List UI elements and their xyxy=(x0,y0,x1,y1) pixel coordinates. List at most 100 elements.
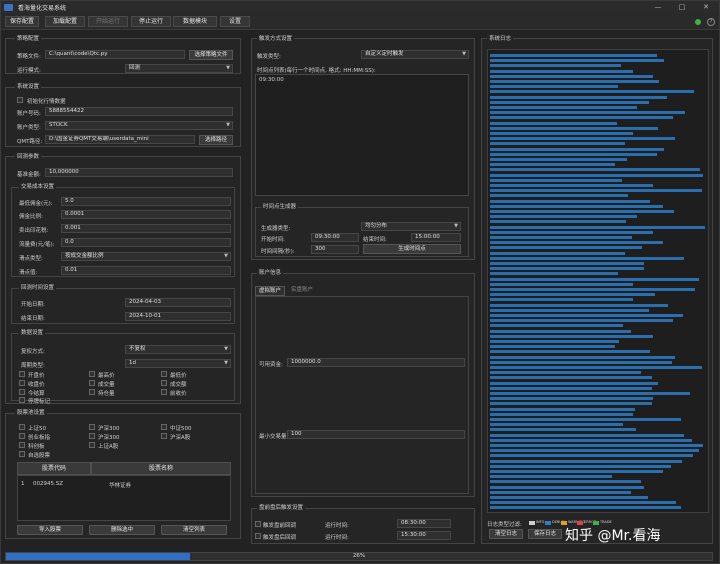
field-checkbox[interactable] xyxy=(161,389,167,395)
generator-type-select[interactable]: 均匀分布 ▼ xyxy=(361,222,461,231)
log-line xyxy=(490,376,653,380)
min-trade-input[interactable]: 100 xyxy=(287,430,465,439)
log-line xyxy=(490,449,699,453)
log-line xyxy=(490,246,642,250)
column-header-name[interactable]: 股票名称 xyxy=(91,462,231,475)
start-run-button[interactable]: 开始运行 xyxy=(88,16,128,27)
flow-fee-input[interactable]: 0.0 xyxy=(61,238,231,247)
data-module-button[interactable]: 数据模块 xyxy=(173,16,217,27)
available-funds-input[interactable]: 1000000.0 xyxy=(287,358,465,367)
stop-run-button[interactable]: 停止运行 xyxy=(131,16,171,27)
clear-log-button[interactable]: 清空日志 xyxy=(489,529,523,539)
chevron-down-icon: ▼ xyxy=(224,360,228,366)
index-checkbox[interactable] xyxy=(89,424,95,430)
save-log-button[interactable]: 保存日志 xyxy=(528,529,562,539)
field-checkbox[interactable] xyxy=(19,397,25,403)
field-checkbox[interactable] xyxy=(161,371,167,377)
index-checkbox[interactable] xyxy=(89,442,95,448)
log-line xyxy=(490,464,672,468)
chevron-down-icon: ▼ xyxy=(226,122,230,128)
select-path-button[interactable]: 选择路径 xyxy=(199,135,233,145)
slippage-type-label: 滑点类型: xyxy=(19,256,43,262)
adjust-select[interactable]: 不复权 ▼ xyxy=(125,345,231,354)
field-checkbox[interactable] xyxy=(19,371,25,377)
delete-selected-button[interactable]: 删除选中 xyxy=(89,525,155,535)
stamp-tax-input[interactable]: 0.001 xyxy=(61,224,231,233)
account-type-select[interactable]: STOCK ▼ xyxy=(45,121,233,130)
select-strategy-file-button[interactable]: 选择策略文件 xyxy=(189,50,233,60)
post-time-input[interactable]: 15:30:00 xyxy=(397,531,451,540)
save-config-button[interactable]: 保存配置 xyxy=(5,16,39,27)
close-icon[interactable]: ✕ xyxy=(695,1,717,13)
time-list-textarea[interactable] xyxy=(255,74,469,196)
period-select[interactable]: 1d ▼ xyxy=(125,359,231,368)
pre-market-checkbox[interactable] xyxy=(255,521,261,527)
import-stocks-button[interactable]: 导入股票 xyxy=(17,525,83,535)
post-market-label: 触发盘后回调 xyxy=(263,535,297,541)
index-checkbox[interactable] xyxy=(161,424,167,430)
progress-bar: 26% xyxy=(5,552,713,561)
qmt-path-input[interactable]: D:\国金证券QMT交易端\userdata_mini xyxy=(45,135,195,144)
account-number-input[interactable]: 5888554422 xyxy=(45,107,233,116)
end-date-input[interactable]: 2024-10-01 xyxy=(125,312,231,321)
column-header-code[interactable]: 股票代码 xyxy=(17,462,91,475)
gen-end-input[interactable]: 15:00:00 xyxy=(411,233,461,242)
help-icon[interactable]: ? xyxy=(707,18,715,26)
init-trade-data-checkbox[interactable] xyxy=(17,97,23,103)
trigger-type-label: 触发类型: xyxy=(257,54,281,60)
minimize-icon[interactable]: — xyxy=(647,1,669,13)
log-line xyxy=(490,74,653,78)
tab-real-account[interactable]: 实盘账户 xyxy=(287,286,317,296)
log-line xyxy=(490,392,691,395)
index-label: 中证500 xyxy=(170,426,192,432)
run-mode-select[interactable]: 回测 ▼ xyxy=(125,64,233,73)
gen-start-input[interactable]: 09:30:00 xyxy=(311,233,359,242)
start-date-input[interactable]: 2024-04-03 xyxy=(125,298,231,307)
field-label: 持仓量 xyxy=(98,391,115,397)
field-checkbox[interactable] xyxy=(89,371,95,377)
settings-button[interactable]: 设置 xyxy=(220,16,250,27)
post-market-checkbox[interactable] xyxy=(255,533,261,539)
interval-input[interactable]: 300 xyxy=(311,245,359,254)
index-checkbox[interactable] xyxy=(19,433,25,439)
field-checkbox[interactable] xyxy=(19,380,25,386)
index-checkbox[interactable] xyxy=(161,433,167,439)
log-level-checkbox[interactable] xyxy=(529,521,535,525)
field-checkbox[interactable] xyxy=(19,389,25,395)
index-checkbox[interactable] xyxy=(89,433,95,439)
commission-input[interactable]: 0.0001 xyxy=(61,210,231,219)
min-fee-input[interactable]: 5.0 xyxy=(61,197,231,206)
log-line xyxy=(490,371,642,375)
maximize-icon[interactable]: □ xyxy=(671,1,693,13)
log-line xyxy=(490,501,676,505)
log-line xyxy=(490,340,619,343)
log-line xyxy=(490,210,675,213)
log-line xyxy=(490,407,636,411)
pre-time-input[interactable]: 08:30:00 xyxy=(397,519,451,528)
log-line xyxy=(490,381,658,385)
log-output[interactable] xyxy=(487,49,709,513)
data-settings-title: 数据设置 xyxy=(19,328,46,336)
table-cell-name[interactable]: 华林证券 xyxy=(109,481,131,489)
log-level-checkbox[interactable] xyxy=(545,521,551,525)
field-checkbox[interactable] xyxy=(89,380,95,386)
chevron-down-icon: ▼ xyxy=(462,51,466,57)
strategy-file-input[interactable]: C:\quant\code\Qtc.py xyxy=(45,50,185,59)
slippage-type-select[interactable]: 按成交金额比例 ▼ xyxy=(61,252,231,261)
slippage-input[interactable]: 0.01 xyxy=(61,266,231,275)
custom-stocks-checkbox[interactable] xyxy=(19,451,25,457)
clear-list-button[interactable]: 清空列表 xyxy=(161,525,227,535)
index-checkbox[interactable] xyxy=(19,442,25,448)
generate-times-button[interactable]: 生成时间点 xyxy=(363,244,461,254)
load-config-button[interactable]: 加载配置 xyxy=(45,16,85,27)
tab-virtual-account[interactable]: 虚拟账户 xyxy=(255,286,285,296)
gen-end-label: 结束时间: xyxy=(363,237,387,243)
capital-input[interactable]: 10,000000 xyxy=(45,168,233,177)
table-cell-code[interactable]: 002945.SZ xyxy=(33,481,63,487)
field-checkbox[interactable] xyxy=(161,380,167,386)
field-checkbox[interactable] xyxy=(89,389,95,395)
index-checkbox[interactable] xyxy=(19,424,25,430)
log-line xyxy=(490,360,673,364)
available-funds-label: 可用资金: xyxy=(259,362,283,368)
trigger-type-select[interactable]: 自定义定时触发 ▼ xyxy=(361,50,469,59)
